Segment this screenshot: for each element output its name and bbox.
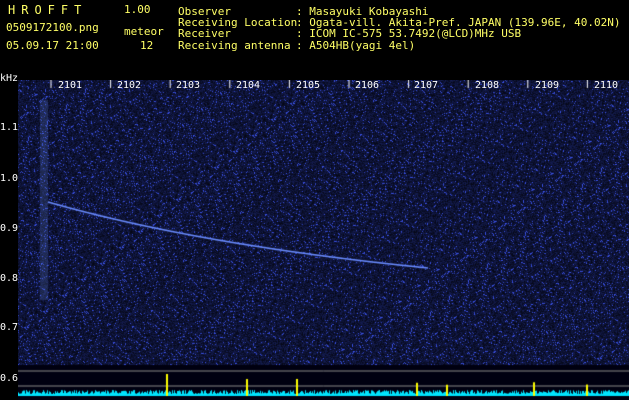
spectrogram-canvas [18, 80, 629, 400]
datetime-label: 05.09.17 21:00 [6, 39, 99, 52]
y-tick-0.7: 0.7 [0, 322, 19, 333]
y-tick-1.1: 1.1 [0, 122, 19, 133]
app-title: HROFFT [8, 3, 88, 17]
x-tick-2103: 2103 [176, 80, 201, 91]
info-label-antenna: Receiving antenna [178, 39, 291, 52]
x-tick-2105: 2105 [296, 80, 321, 91]
x-tick-2110: 2110 [594, 80, 619, 91]
x-tick-2104: 2104 [236, 80, 261, 91]
file-name: 0509172100.png [6, 21, 99, 34]
x-tick-2109: 2109 [535, 80, 560, 91]
x-tick-2101: 2101 [58, 80, 83, 91]
info-value-antenna: : A504HB(yagi 4el) [296, 39, 416, 52]
y-axis-unit: kHz [0, 73, 19, 84]
meteor-label: meteor [124, 25, 164, 38]
y-tick-0.9: 0.9 [0, 223, 19, 234]
y-tick-1.0: 1.0 [0, 173, 19, 184]
meteor-count: 12 [140, 39, 154, 52]
y-tick-0.6: 0.6 [0, 373, 19, 384]
y-tick-0.8: 0.8 [0, 273, 19, 284]
x-tick-2102: 2102 [117, 80, 142, 91]
x-tick-2107: 2107 [414, 80, 439, 91]
x-tick-2106: 2106 [355, 80, 380, 91]
x-tick-2108: 2108 [475, 80, 500, 91]
version-label: 1.00 [124, 3, 151, 16]
hroftt-window: HROFFT 1.00 0509172100.png meteor 05.09.… [0, 0, 629, 400]
